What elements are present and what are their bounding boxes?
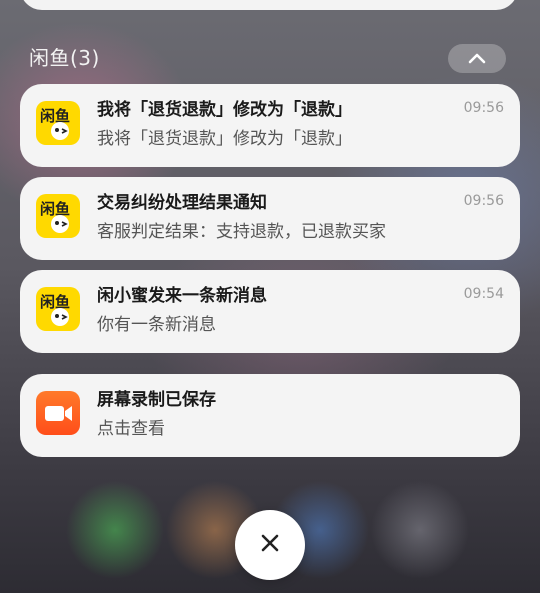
notification-title: 交易纠纷处理结果通知 <box>97 193 267 213</box>
xianyu-app-icon: 闲鱼 <box>36 194 80 238</box>
notification-title: 屏幕录制已保存 <box>97 390 216 410</box>
screen-recorder-app-icon <box>36 391 80 435</box>
close-icon <box>259 532 281 558</box>
notification-body: 我将「退货退款」修改为「退款」 <box>97 129 352 149</box>
xianyu-logo-text: 闲鱼 <box>40 293 70 311</box>
notification-card-screen-recorder[interactable]: 屏幕录制已保存 点击查看 <box>20 374 520 457</box>
notification-card-xianyu-3[interactable]: 闲鱼 闲小蜜发来一条新消息 你有一条新消息 09:54 <box>20 270 520 353</box>
notification-time: 09:56 <box>463 100 504 116</box>
notification-time: 09:56 <box>463 193 504 209</box>
notification-title: 闲小蜜发来一条新消息 <box>97 286 267 306</box>
notification-body: 点击查看 <box>97 419 165 439</box>
notification-time: 09:54 <box>463 286 504 302</box>
previous-notification-card[interactable] <box>20 0 518 10</box>
chevron-up-icon <box>468 49 486 68</box>
collapse-group-button[interactable] <box>448 44 506 73</box>
notification-body: 你有一条新消息 <box>97 315 216 335</box>
xianyu-logo-text: 闲鱼 <box>40 107 70 125</box>
notification-body: 客服判定结果：支持退款，已退款买家 <box>97 222 386 242</box>
notification-card-xianyu-2[interactable]: 闲鱼 交易纠纷处理结果通知 客服判定结果：支持退款，已退款买家 09:56 <box>20 177 520 260</box>
xianyu-app-icon: 闲鱼 <box>36 287 80 331</box>
xianyu-logo-text: 闲鱼 <box>40 200 70 218</box>
notification-title: 我将「退货退款」修改为「退款」 <box>97 100 352 120</box>
clear-all-notifications-button[interactable] <box>235 510 305 580</box>
xianyu-app-icon: 闲鱼 <box>36 101 80 145</box>
notification-group-header: 闲鱼(3) <box>29 46 100 70</box>
notification-card-xianyu-1[interactable]: 闲鱼 我将「退货退款」修改为「退款」 我将「退货退款」修改为「退款」 09:56 <box>20 84 520 167</box>
